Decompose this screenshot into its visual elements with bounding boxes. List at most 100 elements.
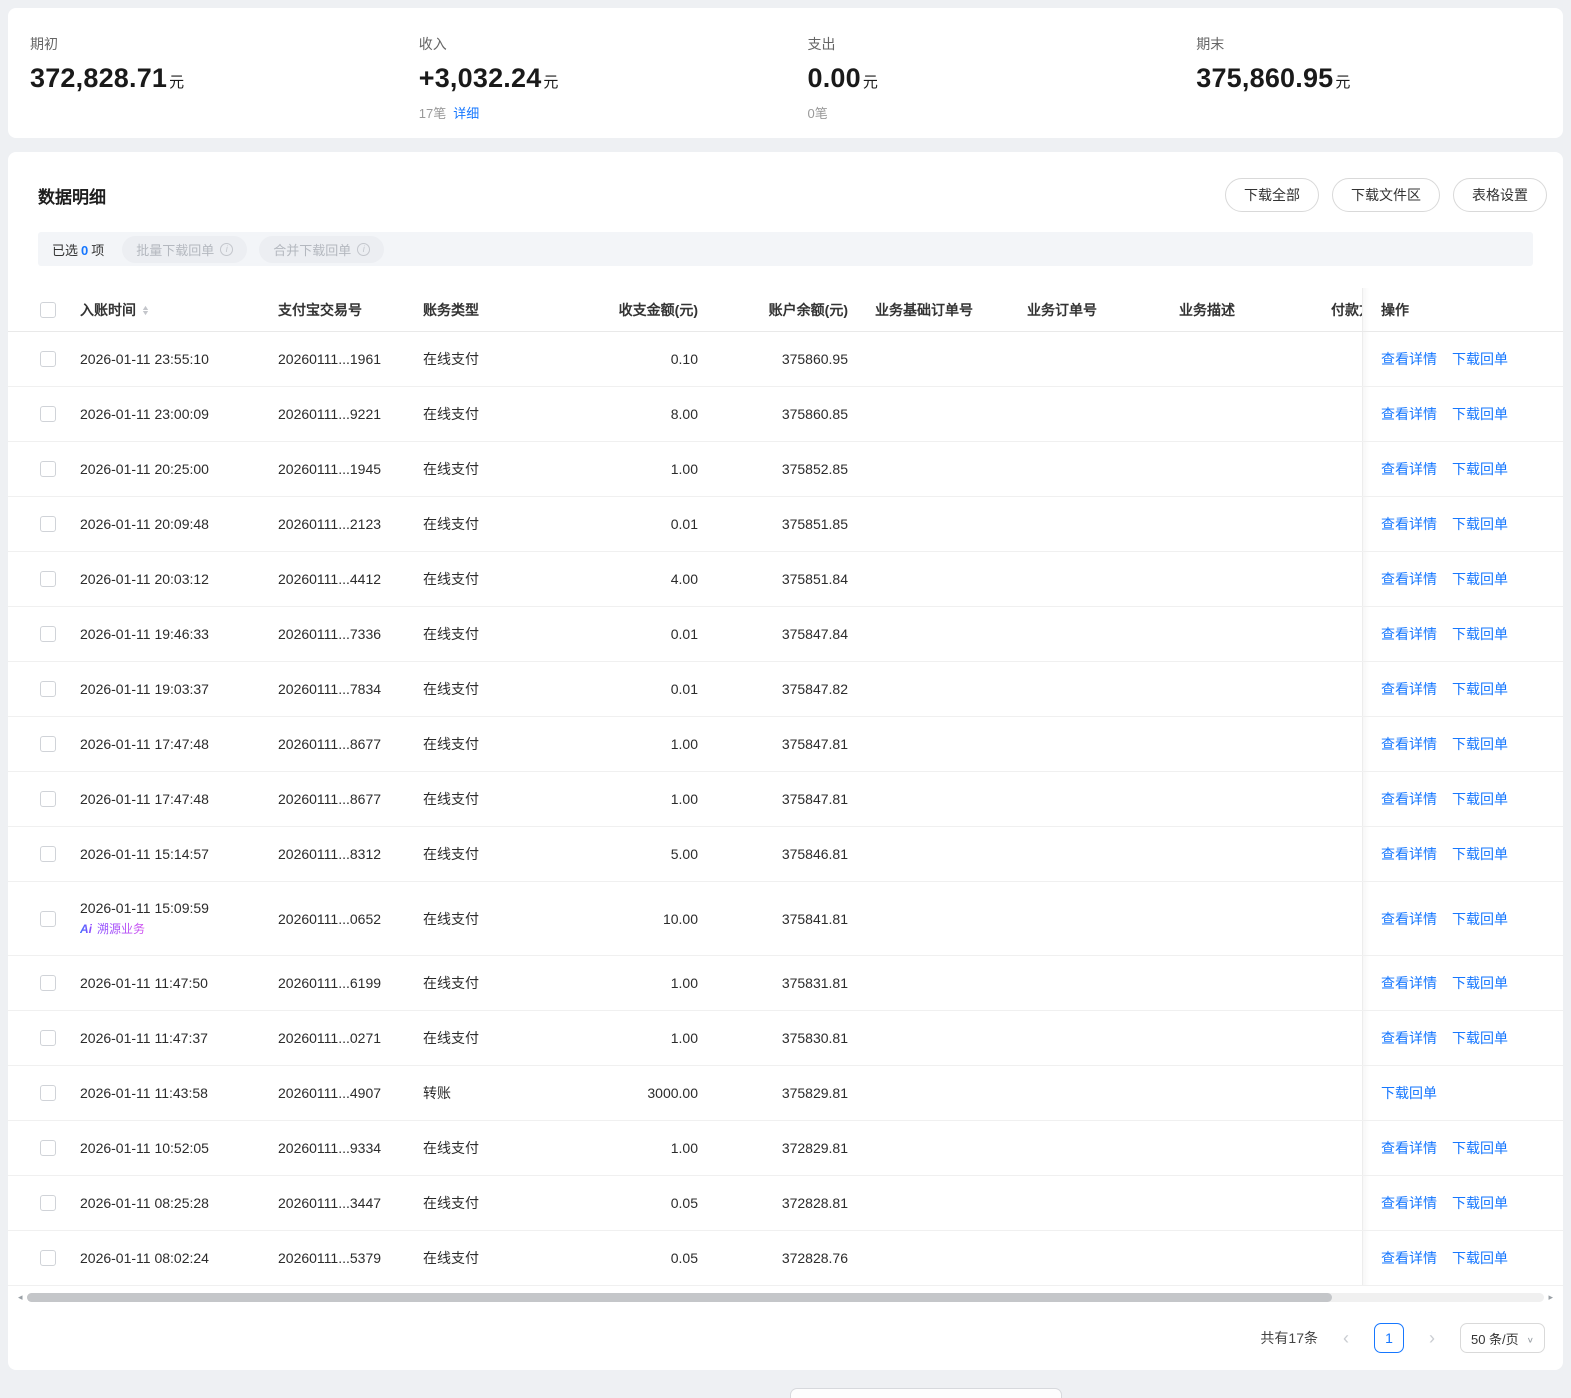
batch-download-button[interactable]: 批量下载回单 <box>122 235 248 263</box>
opening-label: 期初 <box>30 36 58 52</box>
view-detail-link[interactable]: 查看详情 <box>1381 569 1437 589</box>
actions-cell: 查看详情 下载回单 <box>1362 552 1563 606</box>
select-all-checkbox[interactable] <box>40 301 56 318</box>
table-settings-button[interactable]: 表格设置 <box>1453 178 1547 212</box>
row-checkbox[interactable] <box>40 1085 56 1101</box>
prev-page-button[interactable] <box>1332 1324 1360 1352</box>
download-receipt-link[interactable]: 下载回单 <box>1452 973 1508 993</box>
view-detail-link[interactable]: 查看详情 <box>1381 1138 1437 1158</box>
merge-download-button[interactable]: 合并下载回单 <box>259 235 385 263</box>
row-checkbox-cell <box>8 406 80 422</box>
download-receipt-link[interactable]: 下载回单 <box>1452 909 1508 929</box>
entry-time-cell: 2026-01-11 15:09:59 Ai 溯源业务 <box>80 900 278 937</box>
table-row: 2026-01-11 20:03:12 20260111...4412 在线支付 4.… <box>8 552 1563 607</box>
row-checkbox[interactable] <box>40 1250 56 1266</box>
entry-time-cell: 2026-01-11 20:03:12 <box>80 571 209 587</box>
view-detail-link[interactable]: 查看详情 <box>1381 459 1437 479</box>
view-detail-link[interactable]: 查看详情 <box>1381 624 1437 644</box>
download-receipt-link[interactable]: 下载回单 <box>1452 844 1508 864</box>
view-detail-link[interactable]: 查看详情 <box>1381 679 1437 699</box>
balance-cell: 375860.85 <box>781 406 848 422</box>
balance-cell: 375831.81 <box>781 975 848 991</box>
download-receipt-link[interactable]: 下载回单 <box>1452 459 1508 479</box>
view-detail-link[interactable]: 查看详情 <box>1381 844 1437 864</box>
amount-cell: 1.00 <box>670 791 698 807</box>
download-receipt-link[interactable]: 下载回单 <box>1452 679 1508 699</box>
actions-cell: 下载回单 <box>1362 1066 1563 1120</box>
sort-icon[interactable]: ▲ ▼ <box>141 305 150 317</box>
account-type-cell: 在线支付 <box>423 1030 479 1046</box>
amount-cell: 8.00 <box>670 406 698 422</box>
transaction-id-cell: 20260111...8677 <box>278 791 382 807</box>
view-detail-link[interactable]: 查看详情 <box>1381 734 1437 754</box>
row-checkbox[interactable] <box>40 975 56 991</box>
row-checkbox[interactable] <box>40 626 56 642</box>
expense-value: 0.00 元 <box>807 63 879 93</box>
col-actions: 操作 <box>1362 288 1563 331</box>
scroll-left-icon[interactable] <box>18 1293 23 1302</box>
view-detail-link[interactable]: 查看详情 <box>1381 404 1437 424</box>
view-detail-link[interactable]: 查看详情 <box>1381 909 1437 929</box>
scrollbar-track[interactable] <box>26 1292 1545 1302</box>
entry-time-cell: 2026-01-11 23:00:09 <box>80 406 209 422</box>
balance-cell: 372828.76 <box>781 1250 848 1266</box>
row-checkbox[interactable] <box>40 1195 56 1211</box>
download-receipt-link[interactable]: 下载回单 <box>1452 1193 1508 1213</box>
download-receipt-link[interactable]: 下载回单 <box>1452 624 1508 644</box>
view-detail-link[interactable]: 查看详情 <box>1381 349 1437 369</box>
income-sub: 17笔 详细 <box>418 106 480 121</box>
current-page-button[interactable]: 1 <box>1373 1323 1404 1353</box>
row-checkbox-cell <box>8 351 80 367</box>
row-checkbox[interactable] <box>40 1140 56 1156</box>
download-receipt-link[interactable]: 下载回单 <box>1452 514 1508 534</box>
row-checkbox[interactable] <box>40 736 56 752</box>
account-type-cell: 在线支付 <box>423 351 479 367</box>
download-receipt-link[interactable]: 下载回单 <box>1452 1248 1508 1268</box>
row-checkbox[interactable] <box>40 516 56 532</box>
view-detail-link[interactable]: 查看详情 <box>1381 1028 1437 1048</box>
transaction-id-cell: 20260111...1945 <box>278 461 382 477</box>
row-checkbox[interactable] <box>40 791 56 807</box>
account-type-cell: 在线支付 <box>423 791 479 807</box>
view-detail-link[interactable]: 查看详情 <box>1381 514 1437 534</box>
download-receipt-link[interactable]: 下载回单 <box>1452 1138 1508 1158</box>
page-size-select[interactable]: 50 条/页 <box>1459 1323 1545 1353</box>
download-receipt-link[interactable]: 下载回单 <box>1452 404 1508 424</box>
row-checkbox[interactable] <box>40 571 56 587</box>
row-checkbox-cell <box>8 736 80 752</box>
trace-business-tag[interactable]: Ai 溯源业务 <box>80 920 278 937</box>
amount-cell: 0.05 <box>670 1250 698 1266</box>
download-receipt-link[interactable]: 下载回单 <box>1452 349 1508 369</box>
col-entry-time[interactable]: 入账时间 ▲ ▼ <box>80 300 278 320</box>
view-detail-link[interactable]: 查看详情 <box>1381 1193 1437 1213</box>
download-zone-button[interactable]: 下载文件区 <box>1332 178 1440 212</box>
view-detail-link[interactable]: 查看详情 <box>1381 1248 1437 1268</box>
scroll-right-icon[interactable] <box>1548 1293 1553 1302</box>
scrollbar-thumb[interactable] <box>26 1292 1332 1302</box>
horizontal-scrollbar <box>18 1291 1553 1303</box>
download-receipt-link[interactable]: 下载回单 <box>1452 789 1508 809</box>
row-checkbox[interactable] <box>40 846 56 862</box>
download-receipt-link[interactable]: 下载回单 <box>1381 1083 1437 1103</box>
table-row: 2026-01-11 23:00:09 20260111...9221 在线支付 8.… <box>8 387 1563 442</box>
download-receipt-link[interactable]: 下载回单 <box>1452 734 1508 754</box>
download-receipt-link[interactable]: 下载回单 <box>1452 1028 1508 1048</box>
account-type-cell: 在线支付 <box>423 406 479 422</box>
row-checkbox[interactable] <box>40 681 56 697</box>
next-page-button[interactable] <box>1418 1324 1446 1352</box>
download-all-button[interactable]: 下载全部 <box>1225 178 1319 212</box>
income-detail-link[interactable]: 详细 <box>453 106 479 121</box>
actions-cell: 查看详情 下载回单 <box>1362 1011 1563 1065</box>
page-title: 数据明细 <box>38 187 106 207</box>
balance-cell: 375830.81 <box>781 1030 848 1046</box>
view-detail-link[interactable]: 查看详情 <box>1381 973 1437 993</box>
transaction-id-cell: 20260111...7336 <box>278 626 382 642</box>
entry-time-cell: 2026-01-11 15:14:57 <box>80 846 209 862</box>
row-checkbox[interactable] <box>40 351 56 367</box>
row-checkbox[interactable] <box>40 461 56 477</box>
view-detail-link[interactable]: 查看详情 <box>1381 789 1437 809</box>
row-checkbox[interactable] <box>40 910 56 927</box>
row-checkbox[interactable] <box>40 406 56 422</box>
row-checkbox[interactable] <box>40 1030 56 1046</box>
download-receipt-link[interactable]: 下载回单 <box>1452 569 1508 589</box>
